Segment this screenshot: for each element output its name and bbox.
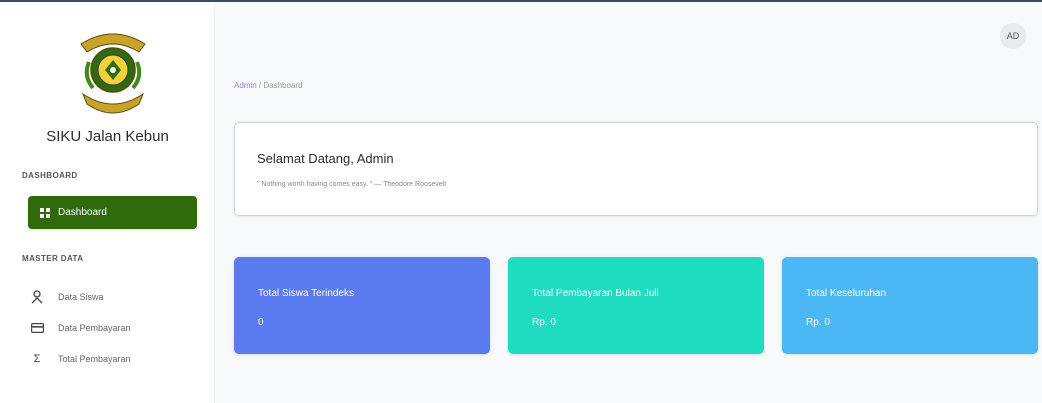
brand-name: SIKU Jalan Kebun: [46, 128, 169, 145]
stat-value: Rp. 0: [532, 317, 556, 328]
sidebar-item-data-siswa[interactable]: Data Siswa: [30, 287, 104, 307]
stat-label: Total Siswa Terindeks: [258, 288, 354, 299]
avatar[interactable]: AD: [1000, 23, 1026, 49]
sidebar-item-label: Total Pembayaran: [58, 354, 131, 364]
stat-card-pembayaran-bulan: Total Pembayaran Bulan Juli Rp. 0: [508, 257, 764, 354]
sidebar: SIKU Jalan Kebun DASHBOARD Dashboard MAS…: [0, 2, 215, 403]
welcome-title: Selamat Datang, Admin: [257, 151, 394, 166]
dashboard-icon: [40, 207, 50, 218]
breadcrumb-admin-link[interactable]: Admin: [234, 81, 257, 90]
stat-label: Total Keseluruhan: [806, 288, 887, 299]
section-label-master-data: MASTER DATA: [22, 254, 84, 263]
sidebar-item-label: Dashboard: [58, 207, 107, 218]
sidebar-item-label: Data Pembayaran: [58, 323, 131, 333]
breadcrumb: Admin / Dashboard: [234, 81, 303, 90]
stat-value: Rp. 0: [806, 317, 830, 328]
user-icon: [30, 290, 44, 304]
stat-card-total-siswa: Total Siswa Terindeks 0: [234, 257, 490, 354]
sidebar-item-total-pembayaran[interactable]: Σ Total Pembayaran: [30, 349, 131, 369]
sidebar-item-dashboard[interactable]: Dashboard: [28, 196, 197, 229]
welcome-card: Selamat Datang, Admin " Nothing worth ha…: [234, 122, 1038, 216]
breadcrumb-current: Dashboard: [263, 81, 303, 90]
stat-value: 0: [258, 317, 264, 328]
section-label-dashboard: DASHBOARD: [22, 171, 78, 180]
sidebar-item-label: Data Siswa: [58, 292, 104, 302]
breadcrumb-separator: /: [258, 81, 262, 90]
sidebar-item-data-pembayaran[interactable]: Data Pembayaran: [30, 318, 131, 338]
school-logo: [73, 22, 153, 122]
welcome-quote: " Nothing worth having comes easy. " — T…: [257, 181, 447, 188]
stat-card-total-keseluruhan: Total Keseluruhan Rp. 0: [782, 257, 1038, 354]
stat-label: Total Pembayaran Bulan Juli: [532, 288, 659, 299]
card-icon: [30, 321, 44, 335]
sigma-icon: Σ: [33, 353, 41, 365]
